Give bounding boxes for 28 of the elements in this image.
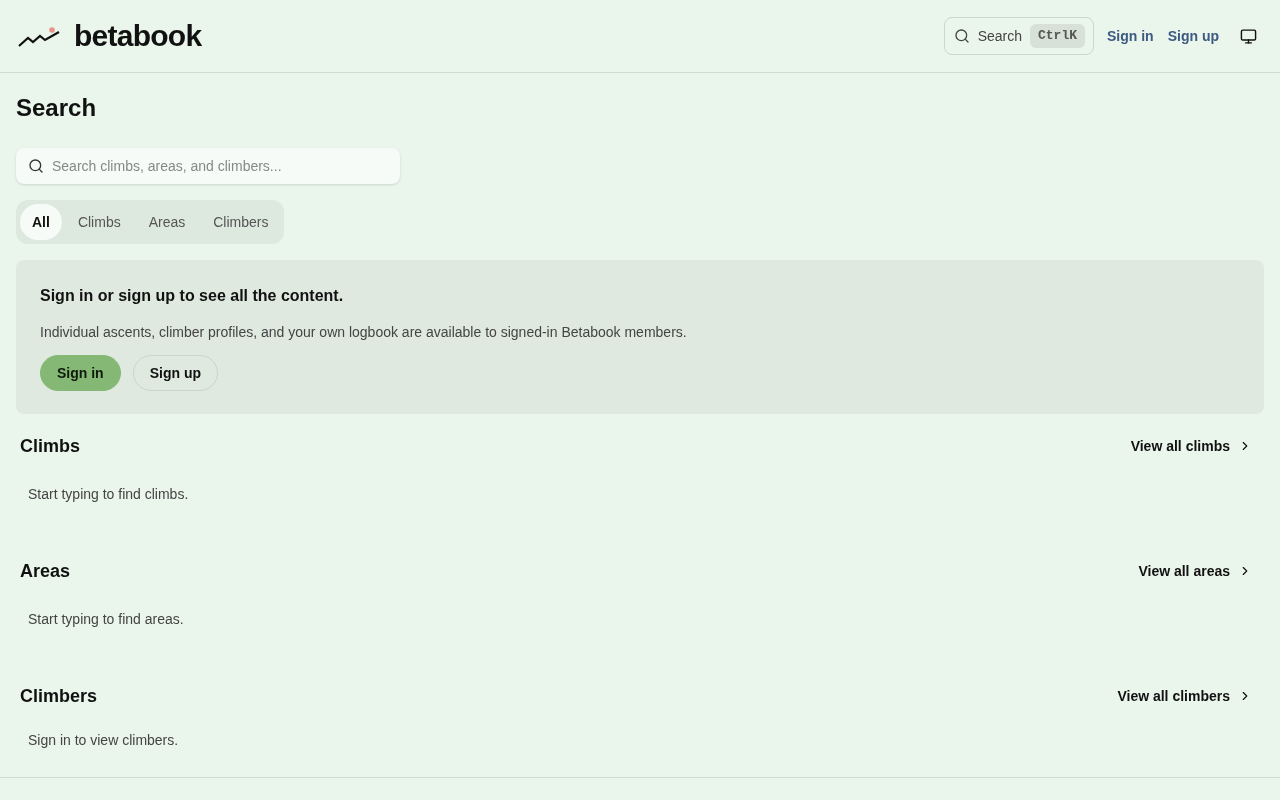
- empty-message: Sign in to view climbers.: [27, 731, 180, 750]
- logo-text[interactable]: betabook: [74, 21, 202, 51]
- section-title: Climbs: [20, 434, 80, 458]
- view-all-link[interactable]: View all climbs: [1130, 435, 1252, 457]
- section-title: Areas: [20, 559, 71, 583]
- shortcut-key: CtrlK: [1030, 24, 1085, 48]
- empty-message: Start typing to find climbs.: [27, 485, 190, 504]
- view-all-link[interactable]: View all areas: [1138, 560, 1252, 582]
- view-all-link[interactable]: View all climbers: [1117, 685, 1252, 707]
- sign-in-button[interactable]: Sign in: [40, 355, 121, 391]
- notice-text: Individual ascents, climber profiles, and your own logbook are available to signed-in Betabook members.: [40, 323, 687, 342]
- search-button[interactable]: Search CtrlK: [943, 17, 1094, 55]
- filter-tab[interactable]: Areas: [136, 204, 198, 240]
- filter-tab[interactable]: Climbs: [65, 204, 133, 240]
- sign-up-link[interactable]: Sign up: [1166, 25, 1220, 47]
- empty-message: Start typing to find areas.: [27, 610, 185, 629]
- monitor-icon[interactable]: [1240, 27, 1257, 45]
- search-label: Search: [977, 26, 1022, 46]
- search-field[interactable]: Search climbs, areas, and climbers...: [16, 148, 400, 184]
- section-title: Climbers: [20, 684, 98, 708]
- search-icon: [28, 158, 44, 174]
- filter-tab[interactable]: All: [20, 204, 62, 240]
- filter-tab[interactable]: Climbers: [201, 204, 281, 240]
- notice-title: Sign in or sign up to see all the content.: [40, 286, 344, 306]
- sign-in-link[interactable]: Sign in: [1106, 25, 1155, 47]
- search-icon: [953, 28, 970, 44]
- page-title: Search: [16, 93, 98, 123]
- logo-icon: [18, 24, 62, 48]
